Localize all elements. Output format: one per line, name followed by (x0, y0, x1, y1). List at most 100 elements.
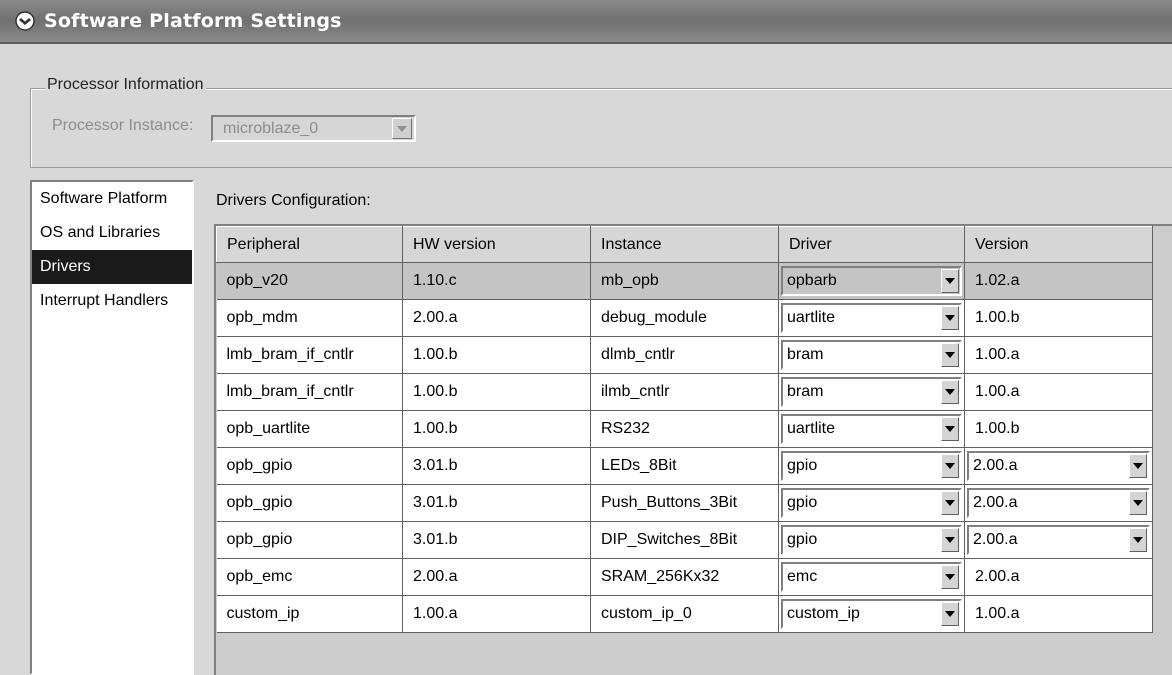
peripheral-cell: opb_mdm (216, 299, 403, 337)
table-header-row: Peripheral HW version Instance Driver Versio… (216, 226, 1153, 263)
driver-select[interactable]: bram (781, 377, 962, 407)
version-select[interactable]: 2.00.a (967, 451, 1150, 481)
instance-cell: mb_opb (590, 262, 779, 300)
driver-select-value: gpio (787, 494, 818, 511)
driver-cell: custom_ip (778, 595, 965, 633)
table-row[interactable]: opb_gpio 3.01.b Push_Buttons_3Bit gpio 2.00.… (216, 484, 1153, 522)
version-cell: 1.00.a (964, 595, 1153, 633)
driver-select[interactable]: gpio (781, 451, 962, 481)
instance-cell: custom_ip_0 (590, 595, 779, 633)
instance-cell: SRAM_256Kx32 (590, 558, 779, 596)
chevron-down-icon[interactable] (392, 118, 412, 139)
version-cell: 1.00.a (964, 336, 1153, 374)
table-row[interactable]: opb_gpio 3.01.b DIP_Switches_8Bit gpio 2.00.… (216, 521, 1153, 559)
peripheral-cell: lmb_bram_if_cntlr (216, 373, 403, 411)
driver-select-value: opbarb (787, 272, 837, 289)
version-cell: 2.00.a (964, 558, 1153, 596)
driver-cell: emc (778, 558, 965, 596)
column-header-driver[interactable]: Driver (778, 226, 965, 263)
version-cell: 1.00.b (964, 410, 1153, 448)
drivers-table: Peripheral HW version Instance Driver Versio… (216, 226, 1153, 633)
processor-instance-select[interactable]: microblaze_0 (211, 115, 416, 142)
window-title: Software Platform Settings (44, 10, 342, 32)
settings-category-list: Software Platform OS and Libraries Drivers… (30, 180, 194, 675)
driver-cell: gpio (778, 521, 965, 559)
version-select-value: 2.00.a (973, 457, 1018, 474)
table-row[interactable]: opb_gpio 3.01.b LEDs_8Bit gpio 2.00.a (216, 447, 1153, 485)
driver-cell: gpio (778, 484, 965, 522)
peripheral-cell: opb_gpio (216, 521, 403, 559)
driver-select[interactable]: bram (781, 340, 962, 370)
peripheral-cell: custom_ip (216, 595, 403, 633)
instance-cell: ilmb_cntlr (590, 373, 779, 411)
chevron-down-icon[interactable] (941, 528, 959, 552)
chevron-down-icon[interactable] (941, 380, 959, 404)
peripheral-cell: opb_gpio (216, 447, 403, 485)
column-header-peripheral[interactable]: Peripheral (216, 226, 403, 263)
driver-select[interactable]: uartlite (781, 414, 962, 444)
sidebar-item-software-platform[interactable]: Software Platform (32, 182, 192, 216)
processor-info-legend: Processor Information (45, 76, 206, 94)
version-cell: 2.00.a (964, 484, 1153, 522)
peripheral-cell: opb_uartlite (216, 410, 403, 448)
version-cell: 2.00.a (964, 447, 1153, 485)
table-row[interactable]: custom_ip 1.00.a custom_ip_0 custom_ip 1.00.… (216, 595, 1153, 633)
driver-cell: bram (778, 336, 965, 374)
instance-cell: debug_module (590, 299, 779, 337)
driver-select[interactable]: emc (781, 562, 962, 592)
chevron-down-icon[interactable] (941, 491, 959, 515)
processor-info-group: Processor Information (30, 76, 1172, 168)
version-select[interactable]: 2.00.a (967, 488, 1150, 518)
table-row[interactable]: opb_uartlite 1.00.b RS232 uartlite 1.00.b (216, 410, 1153, 448)
instance-cell: DIP_Switches_8Bit (590, 521, 779, 559)
chevron-down-icon[interactable] (941, 343, 959, 367)
driver-cell: uartlite (778, 410, 965, 448)
table-row[interactable]: opb_mdm 2.00.a debug_module uartlite 1.00.b (216, 299, 1153, 337)
column-header-instance[interactable]: Instance (590, 226, 779, 263)
chevron-down-icon[interactable] (941, 269, 959, 293)
chevron-down-icon[interactable] (941, 602, 959, 626)
peripheral-cell: lmb_bram_if_cntlr (216, 336, 403, 374)
driver-select[interactable]: gpio (781, 488, 962, 518)
chevron-down-icon[interactable] (941, 306, 959, 330)
version-select[interactable]: 2.00.a (967, 525, 1150, 555)
driver-select-value: bram (787, 346, 824, 363)
table-row[interactable]: lmb_bram_if_cntlr 1.00.b dlmb_cntlr bram 1.0… (216, 336, 1153, 374)
table-row[interactable]: lmb_bram_if_cntlr 1.00.b ilmb_cntlr bram 1.0… (216, 373, 1153, 411)
peripheral-cell: opb_emc (216, 558, 403, 596)
sidebar-item-interrupt-handlers[interactable]: Interrupt Handlers (32, 284, 192, 318)
driver-select-value: gpio (787, 531, 818, 548)
instance-cell: dlmb_cntlr (590, 336, 779, 374)
table-row[interactable]: opb_v20 1.10.c mb_opb opbarb 1.02.a (216, 262, 1153, 300)
hw-version-cell: 1.00.b (402, 373, 591, 411)
driver-cell: uartlite (778, 299, 965, 337)
hw-version-cell: 3.01.b (402, 521, 591, 559)
driver-select[interactable]: gpio (781, 525, 962, 555)
driver-select[interactable]: custom_ip (781, 599, 962, 629)
instance-cell: LEDs_8Bit (590, 447, 779, 485)
chevron-down-icon[interactable] (1129, 491, 1147, 515)
column-header-hw-version[interactable]: HW version (402, 226, 591, 263)
peripheral-cell: opb_v20 (216, 262, 403, 300)
chevron-down-icon[interactable] (941, 565, 959, 589)
chevron-down-icon[interactable] (1129, 454, 1147, 478)
chevron-down-icon[interactable] (1129, 528, 1147, 552)
hw-version-cell: 2.00.a (402, 558, 591, 596)
sidebar-item-drivers[interactable]: Drivers (32, 250, 192, 284)
version-select-value: 2.00.a (973, 531, 1018, 548)
driver-select-value: uartlite (787, 420, 836, 437)
chevron-down-icon[interactable] (941, 454, 959, 478)
driver-select-value: gpio (787, 457, 818, 474)
column-header-version[interactable]: Version (964, 226, 1153, 263)
driver-select[interactable]: uartlite (781, 303, 962, 333)
chevron-down-icon[interactable] (941, 417, 959, 441)
hw-version-cell: 1.00.b (402, 410, 591, 448)
driver-select-value: emc (787, 568, 818, 585)
drivers-grid: Peripheral HW version Instance Driver Versio… (214, 224, 1172, 675)
sidebar-item-os-and-libraries[interactable]: OS and Libraries (32, 216, 192, 250)
driver-cell: bram (778, 373, 965, 411)
table-row[interactable]: opb_emc 2.00.a SRAM_256Kx32 emc 2.00.a (216, 558, 1153, 596)
driver-select[interactable]: opbarb (781, 266, 962, 296)
hw-version-cell: 3.01.b (402, 484, 591, 522)
driver-select-value: custom_ip (787, 605, 860, 622)
